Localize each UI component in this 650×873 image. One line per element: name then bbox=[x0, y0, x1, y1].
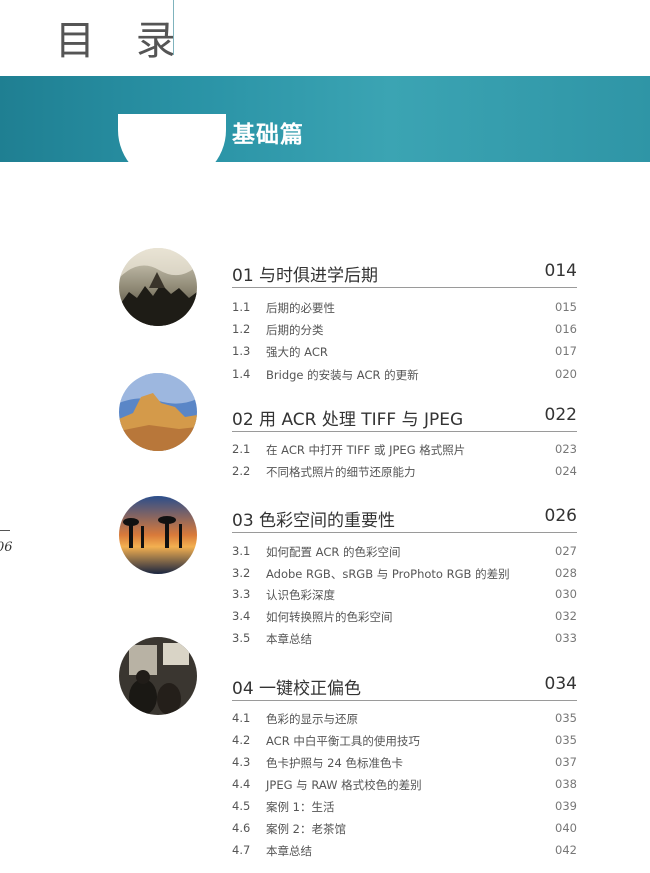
toc-item-label: 强大的 ACR bbox=[266, 345, 328, 359]
chapter-3-thumbnail bbox=[119, 496, 197, 574]
toc-item-number: 4.3 bbox=[232, 755, 251, 769]
toc-item-label: 本章总结 bbox=[266, 632, 312, 646]
toc-item[interactable]: 4.1 色彩的显示与还原 035 bbox=[232, 711, 577, 729]
toc-item-label: 色彩的显示与还原 bbox=[266, 712, 358, 726]
toc-item[interactable]: 1.3 强大的 ACR 017 bbox=[232, 344, 577, 362]
chapter-page: 034 bbox=[544, 674, 577, 694]
toc-item-page: 016 bbox=[555, 322, 577, 336]
toc-item-page: 035 bbox=[555, 733, 577, 747]
toc-item-number: 4.7 bbox=[232, 843, 251, 857]
toc-item-label: 后期的分类 bbox=[266, 323, 324, 337]
toc-item-number: 3.4 bbox=[232, 609, 251, 623]
chapter-page: 022 bbox=[544, 405, 577, 425]
toc-item-page: 032 bbox=[555, 609, 577, 623]
section-title: 基础篇 bbox=[232, 121, 304, 148]
toc-item-page: 042 bbox=[555, 843, 577, 857]
toc-item[interactable]: 4.2 ACR 中白平衡工具的使用技巧 035 bbox=[232, 733, 577, 751]
chapter-title: 01 与时俱进学后期 bbox=[232, 266, 379, 286]
chapter-title: 04 一键校正偏色 bbox=[232, 679, 362, 699]
toc-item-label: ACR 中白平衡工具的使用技巧 bbox=[266, 734, 420, 748]
toc-item-number: 1.4 bbox=[232, 367, 251, 381]
toc-item[interactable]: 3.3 认识色彩深度 030 bbox=[232, 587, 577, 605]
toc-item-label: Adobe RGB、sRGB 与 ProPhoto RGB 的差别 bbox=[266, 567, 510, 581]
toc-item-label: 后期的必要性 bbox=[266, 301, 335, 315]
toc-item-number: 4.1 bbox=[232, 711, 251, 725]
toc-item-number: 3.1 bbox=[232, 544, 251, 558]
banner-notch bbox=[118, 114, 226, 184]
toc-item[interactable]: 4.5 案例 1：生活 039 bbox=[232, 799, 577, 817]
toc-item-label: 本章总结 bbox=[266, 844, 312, 858]
chapter-page: 014 bbox=[544, 261, 577, 281]
toc-item-number: 2.2 bbox=[232, 464, 251, 478]
toc-item[interactable]: 3.2 Adobe RGB、sRGB 与 ProPhoto RGB 的差别 028 bbox=[232, 566, 577, 584]
toc-item-number: 1.2 bbox=[232, 322, 251, 336]
toc-item-number: 4.6 bbox=[232, 821, 251, 835]
toc-item[interactable]: 3.4 如何转换照片的色彩空间 032 bbox=[232, 609, 577, 627]
toc-item[interactable]: 4.4 JPEG 与 RAW 格式校色的差别 038 bbox=[232, 777, 577, 795]
toc-item-page: 033 bbox=[555, 631, 577, 645]
toc-item-number: 4.4 bbox=[232, 777, 251, 791]
toc-item[interactable]: 3.5 本章总结 033 bbox=[232, 631, 577, 649]
toc-item-label: 如何转换照片的色彩空间 bbox=[266, 610, 393, 624]
toc-item-number: 3.2 bbox=[232, 566, 251, 580]
chapter-heading[interactable]: 01 与时俱进学后期 014 bbox=[232, 261, 577, 288]
toc-item-number: 1.1 bbox=[232, 300, 251, 314]
chapter-1-thumbnail bbox=[119, 248, 197, 326]
chapter-page: 026 bbox=[544, 506, 577, 526]
toc-item[interactable]: 3.1 如何配置 ACR 的色彩空间 027 bbox=[232, 544, 577, 562]
toc-item-page: 017 bbox=[555, 344, 577, 358]
toc-item-page: 040 bbox=[555, 821, 577, 835]
toc-item-number: 3.3 bbox=[232, 587, 251, 601]
toc-item-label: Bridge 的安装与 ACR 的更新 bbox=[266, 368, 419, 382]
section-banner bbox=[0, 76, 650, 184]
side-page-marker: 06 bbox=[0, 530, 14, 560]
toc-item-page: 028 bbox=[555, 566, 577, 580]
toc-item-label: 案例 2：老茶馆 bbox=[266, 822, 346, 836]
toc-item[interactable]: 4.3 色卡护照与 24 色标准色卡 037 bbox=[232, 755, 577, 773]
title-divider bbox=[173, 0, 174, 55]
toc-item-number: 2.1 bbox=[232, 442, 251, 456]
chapter-title: 02 用 ACR 处理 TIFF 与 JPEG bbox=[232, 410, 464, 430]
toc-item-page: 035 bbox=[555, 711, 577, 725]
toc-item-label: JPEG 与 RAW 格式校色的差别 bbox=[266, 778, 422, 792]
toc-item-label: 如何配置 ACR 的色彩空间 bbox=[266, 545, 401, 559]
side-page-rule bbox=[0, 530, 10, 531]
toc-item-page: 037 bbox=[555, 755, 577, 769]
toc-item-page: 027 bbox=[555, 544, 577, 558]
chapter-4-thumbnail bbox=[119, 637, 197, 715]
toc-item-page: 023 bbox=[555, 442, 577, 456]
toc-item-page: 024 bbox=[555, 464, 577, 478]
toc-item-page: 015 bbox=[555, 300, 577, 314]
toc-item-page: 038 bbox=[555, 777, 577, 791]
toc-item-page: 030 bbox=[555, 587, 577, 601]
toc-item[interactable]: 2.1 在 ACR 中打开 TIFF 或 JPEG 格式照片 023 bbox=[232, 442, 577, 460]
chapter-heading[interactable]: 04 一键校正偏色 034 bbox=[232, 674, 577, 701]
chapter-heading[interactable]: 03 色彩空间的重要性 026 bbox=[232, 506, 577, 533]
toc-item-label: 认识色彩深度 bbox=[266, 588, 335, 602]
chapter-heading[interactable]: 02 用 ACR 处理 TIFF 与 JPEG 022 bbox=[232, 405, 577, 432]
toc-item-label: 在 ACR 中打开 TIFF 或 JPEG 格式照片 bbox=[266, 443, 466, 457]
toc-item-number: 3.5 bbox=[232, 631, 251, 645]
toc-item[interactable]: 4.7 本章总结 042 bbox=[232, 843, 577, 861]
toc-item-label: 色卡护照与 24 色标准色卡 bbox=[266, 756, 403, 770]
toc-item-label: 不同格式照片的细节还原能力 bbox=[266, 465, 416, 479]
toc-item-number: 4.2 bbox=[232, 733, 251, 747]
toc-item-page: 039 bbox=[555, 799, 577, 813]
chapter-title: 03 色彩空间的重要性 bbox=[232, 511, 396, 531]
page-title: 目 录 bbox=[55, 18, 190, 64]
toc-item[interactable]: 1.1 后期的必要性 015 bbox=[232, 300, 577, 318]
toc-item-number: 1.3 bbox=[232, 344, 251, 358]
side-page-number: 06 bbox=[0, 540, 13, 555]
toc-item-page: 020 bbox=[555, 367, 577, 381]
toc-item[interactable]: 2.2 不同格式照片的细节还原能力 024 bbox=[232, 464, 577, 482]
toc-item[interactable]: 1.4 Bridge 的安装与 ACR 的更新 020 bbox=[232, 367, 577, 385]
toc-item-label: 案例 1：生活 bbox=[266, 800, 335, 814]
toc-item-number: 4.5 bbox=[232, 799, 251, 813]
toc-item[interactable]: 4.6 案例 2：老茶馆 040 bbox=[232, 821, 577, 839]
chapter-2-thumbnail bbox=[119, 373, 197, 451]
toc-item[interactable]: 1.2 后期的分类 016 bbox=[232, 322, 577, 340]
